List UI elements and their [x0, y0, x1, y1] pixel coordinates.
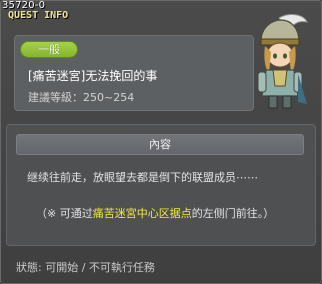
note-suffix: 的左侧门前往。）	[191, 207, 275, 220]
location-link[interactable]: 痛苦迷宮中心区据点	[93, 207, 192, 220]
quest-description: 继续往前走，放眼望去都是倒下的联盟成员⋯⋯	[27, 171, 258, 184]
quest-category-badge: 一般	[20, 41, 78, 58]
note-prefix: （※ 可通过	[36, 207, 93, 220]
quest-level-requirement: 建議等級：250~254	[28, 91, 135, 104]
window-title: QUEST INFO	[8, 10, 69, 21]
quest-status: 狀態: 可開始 / 不可執行任務	[16, 261, 155, 274]
content-header: 內容	[16, 134, 304, 155]
quest-location-note: （※ 可通过痛苦迷宮中心区据点的左侧门前往。）	[36, 205, 274, 221]
npc-portrait-icon	[249, 12, 311, 112]
quest-name: [痛苦迷宮]无法挽回的事	[28, 69, 158, 83]
